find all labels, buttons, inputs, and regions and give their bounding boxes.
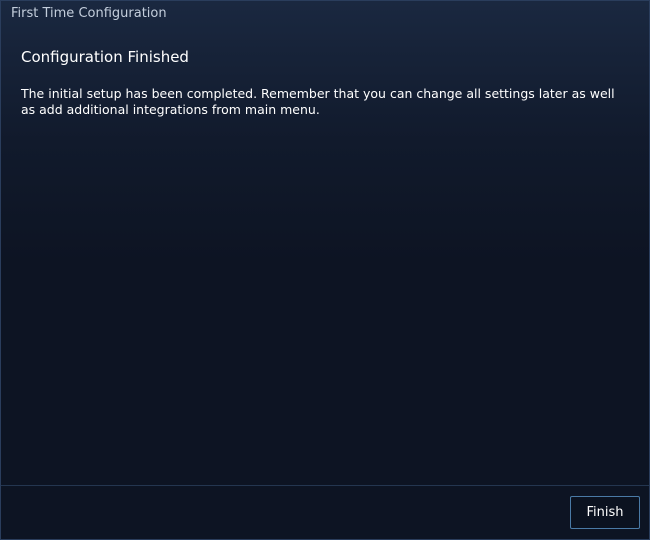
dialog-content: Configuration Finished The initial setup… [21,47,629,118]
completion-message: The initial setup has been completed. Re… [21,86,615,117]
window-title: First Time Configuration [11,6,167,21]
footer-divider [1,485,649,486]
page-title: Configuration Finished [21,48,189,66]
setup-dialog: First Time Configuration Configuration F… [0,0,650,540]
finish-button[interactable]: Finish [570,496,640,529]
